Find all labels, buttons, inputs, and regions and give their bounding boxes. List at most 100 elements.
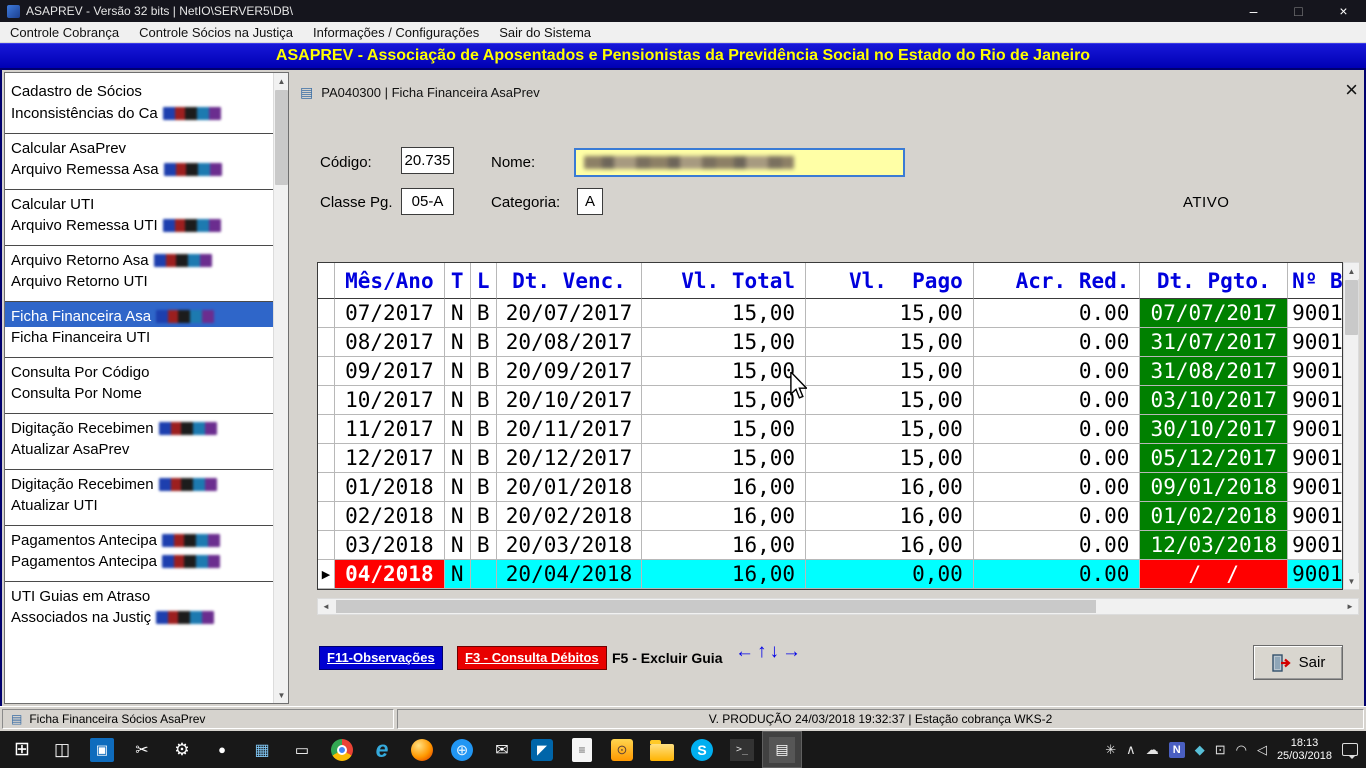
sidebar-item[interactable]: Ficha Financeira Asa	[5, 301, 275, 327]
mail-app: ✉	[495, 740, 508, 760]
menu-item[interactable]: Sair do Sistema	[489, 22, 601, 42]
action-center-icon[interactable]	[1342, 743, 1358, 756]
sidebar-item[interactable]: Associados na Justiç	[5, 607, 275, 629]
sidebar-item[interactable]: Digitação Recebimen	[5, 469, 275, 495]
sidebar-item[interactable]: Calcular UTI	[5, 189, 275, 215]
sidebar-item[interactable]: Digitação Recebimen	[5, 413, 275, 439]
grid-vertical-scrollbar[interactable]: ▲ ▼	[1343, 262, 1359, 590]
taskbar-button[interactable]	[642, 731, 682, 768]
sidebar-item[interactable]: Arquivo Remessa Asa	[5, 159, 275, 181]
grid-horizontal-scrollbar[interactable]: ◄ ►	[317, 598, 1359, 615]
taskbar-button[interactable]: ⊕	[442, 731, 482, 768]
taskbar-button[interactable]: ▤	[762, 731, 802, 768]
maximize-icon[interactable]: □	[1276, 0, 1321, 22]
sidebar-scrollbar[interactable]: ▲ ▼	[273, 73, 288, 703]
grid-row[interactable]: ▶ 04/2018 N 20/04/2018 16,00 0,00 0.00 /…	[318, 560, 1342, 589]
f11-observacoes-button[interactable]: F11-Observações	[319, 646, 443, 670]
onedrive-icon[interactable]: ☁	[1146, 742, 1159, 758]
grid-row[interactable]: 11/2017 N B 20/11/2017 15,00 15,00 0.00 …	[318, 415, 1342, 444]
cell-num-boleto: 9001	[1288, 386, 1342, 415]
taskbar-button[interactable]	[322, 731, 362, 768]
scroll-down-icon[interactable]: ▼	[274, 687, 289, 703]
taskbar-button[interactable]: ▦	[242, 731, 282, 768]
sidebar-item[interactable]: Consulta Por Código	[5, 357, 275, 383]
edge-browser: e	[376, 736, 389, 763]
grid-row[interactable]: 08/2017 N B 20/08/2017 15,00 15,00 0.00 …	[318, 328, 1342, 357]
app-badge-icon[interactable]: ◆	[1195, 742, 1205, 758]
onenote-icon[interactable]: N	[1169, 742, 1185, 758]
sidebar-item[interactable]: Atualizar AsaPrev	[5, 439, 275, 461]
grid-row[interactable]: 02/2018 N B 20/02/2018 16,00 16,00 0.00 …	[318, 502, 1342, 531]
f3-consulta-debitos-button[interactable]: F3 - Consulta Débitos	[457, 646, 607, 670]
cell-l: B	[471, 444, 497, 473]
scroll-up-icon[interactable]: ▲	[1344, 263, 1359, 279]
sidebar-item[interactable]: Arquivo Retorno UTI	[5, 271, 275, 293]
taskbar-button[interactable]: e	[362, 731, 402, 768]
row-marker	[318, 531, 335, 560]
sidebar-item[interactable]: Arquivo Remessa UTI	[5, 215, 275, 237]
child-close-icon[interactable]: ×	[1345, 80, 1358, 100]
scroll-right-icon[interactable]: ►	[1342, 599, 1358, 614]
taskbar-button[interactable]: ⊙	[602, 731, 642, 768]
f5-excluir-guia-label[interactable]: F5 - Excluir Guia	[612, 650, 722, 666]
taskbar-button[interactable]: ≡	[562, 731, 602, 768]
classe-field[interactable]: 05-A	[401, 188, 454, 215]
taskbar-button[interactable]: ⚙	[162, 731, 202, 768]
menu-item[interactable]: Informações / Configurações	[303, 22, 489, 42]
volume-icon[interactable]: ◁	[1257, 742, 1267, 758]
redacted-text	[154, 254, 212, 267]
grid-row[interactable]: 09/2017 N B 20/09/2017 15,00 15,00 0.00 …	[318, 357, 1342, 386]
scrollbar-thumb[interactable]	[336, 600, 1096, 613]
taskbar-button[interactable]: ●	[202, 731, 242, 768]
categoria-field[interactable]: A	[577, 188, 603, 215]
sidebar-item[interactable]: Cadastro de Sócios	[5, 81, 275, 103]
cell-vl-pago: 15,00	[806, 386, 974, 415]
sidebar-item[interactable]: Arquivo Retorno Asa	[5, 245, 275, 271]
sidebar-item[interactable]: Atualizar UTI	[5, 495, 275, 517]
vscode-app: ◤	[531, 739, 553, 761]
scroll-down-icon[interactable]: ▼	[1344, 573, 1359, 589]
grid-row[interactable]: 10/2017 N B 20/10/2017 15,00 15,00 0.00 …	[318, 386, 1342, 415]
taskbar-button[interactable]: >_	[722, 731, 762, 768]
taskbar-button[interactable]: ▣	[82, 731, 122, 768]
menu-item[interactable]: Controle Sócios na Justiça	[129, 22, 303, 42]
sidebar-item[interactable]: Inconsistências do Ca	[5, 103, 275, 125]
display-icon[interactable]: ⊡	[1215, 742, 1226, 758]
scroll-up-icon[interactable]: ▲	[274, 73, 289, 89]
snipping-tool-app: ✂	[135, 740, 148, 760]
sidebar-item[interactable]: Pagamentos Antecipa	[5, 551, 275, 573]
grid-row[interactable]: 07/2017 N B 20/07/2017 15,00 15,00 0.00 …	[318, 299, 1342, 328]
codigo-field[interactable]: 20.735	[401, 147, 454, 174]
scrollbar-thumb[interactable]	[275, 90, 288, 185]
camera-app: ●	[218, 742, 226, 757]
minimize-icon[interactable]: –	[1231, 0, 1276, 22]
sidebar-item[interactable]: Ficha Financeira UTI	[5, 327, 275, 349]
taskbar-button[interactable]: S	[682, 731, 722, 768]
taskbar-button[interactable]: ✂	[122, 731, 162, 768]
scrollbar-thumb[interactable]	[1345, 280, 1358, 335]
taskbar-clock[interactable]: 18:13 25/03/2018	[1277, 737, 1332, 763]
taskbar-button[interactable]: ✉	[482, 731, 522, 768]
wifi-icon[interactable]: ◠	[1236, 742, 1247, 758]
sidebar-item[interactable]: Calcular AsaPrev	[5, 133, 275, 159]
close-icon[interactable]: ×	[1321, 0, 1366, 22]
nome-field[interactable]	[574, 148, 905, 177]
people-icon[interactable]: ✳	[1105, 742, 1116, 758]
sidebar-item[interactable]: Pagamentos Antecipa	[5, 525, 275, 551]
taskbar-button[interactable]: ⊞	[2, 731, 42, 768]
grid-row[interactable]: 12/2017 N B 20/12/2017 15,00 15,00 0.00 …	[318, 444, 1342, 473]
scroll-left-icon[interactable]: ◄	[318, 599, 334, 614]
grid-row[interactable]: 01/2018 N B 20/01/2018 16,00 16,00 0.00 …	[318, 473, 1342, 502]
hidden-icons-chevron[interactable]: ∧	[1126, 742, 1136, 758]
sidebar-item[interactable]: Consulta Por Nome	[5, 383, 275, 405]
sair-button[interactable]: Sair	[1253, 645, 1343, 680]
taskbar-button[interactable]: ◤	[522, 731, 562, 768]
grid-row[interactable]: 03/2018 N B 20/03/2018 16,00 16,00 0.00 …	[318, 531, 1342, 560]
row-marker	[318, 357, 335, 386]
taskbar-button[interactable]: ◫	[42, 731, 82, 768]
taskbar-button[interactable]: ▭	[282, 731, 322, 768]
menu-item[interactable]: Controle Cobrança	[0, 22, 129, 42]
cell-vl-pago: 15,00	[806, 444, 974, 473]
taskbar-button[interactable]	[402, 731, 442, 768]
sidebar-item[interactable]: UTI Guias em Atraso	[5, 581, 275, 607]
